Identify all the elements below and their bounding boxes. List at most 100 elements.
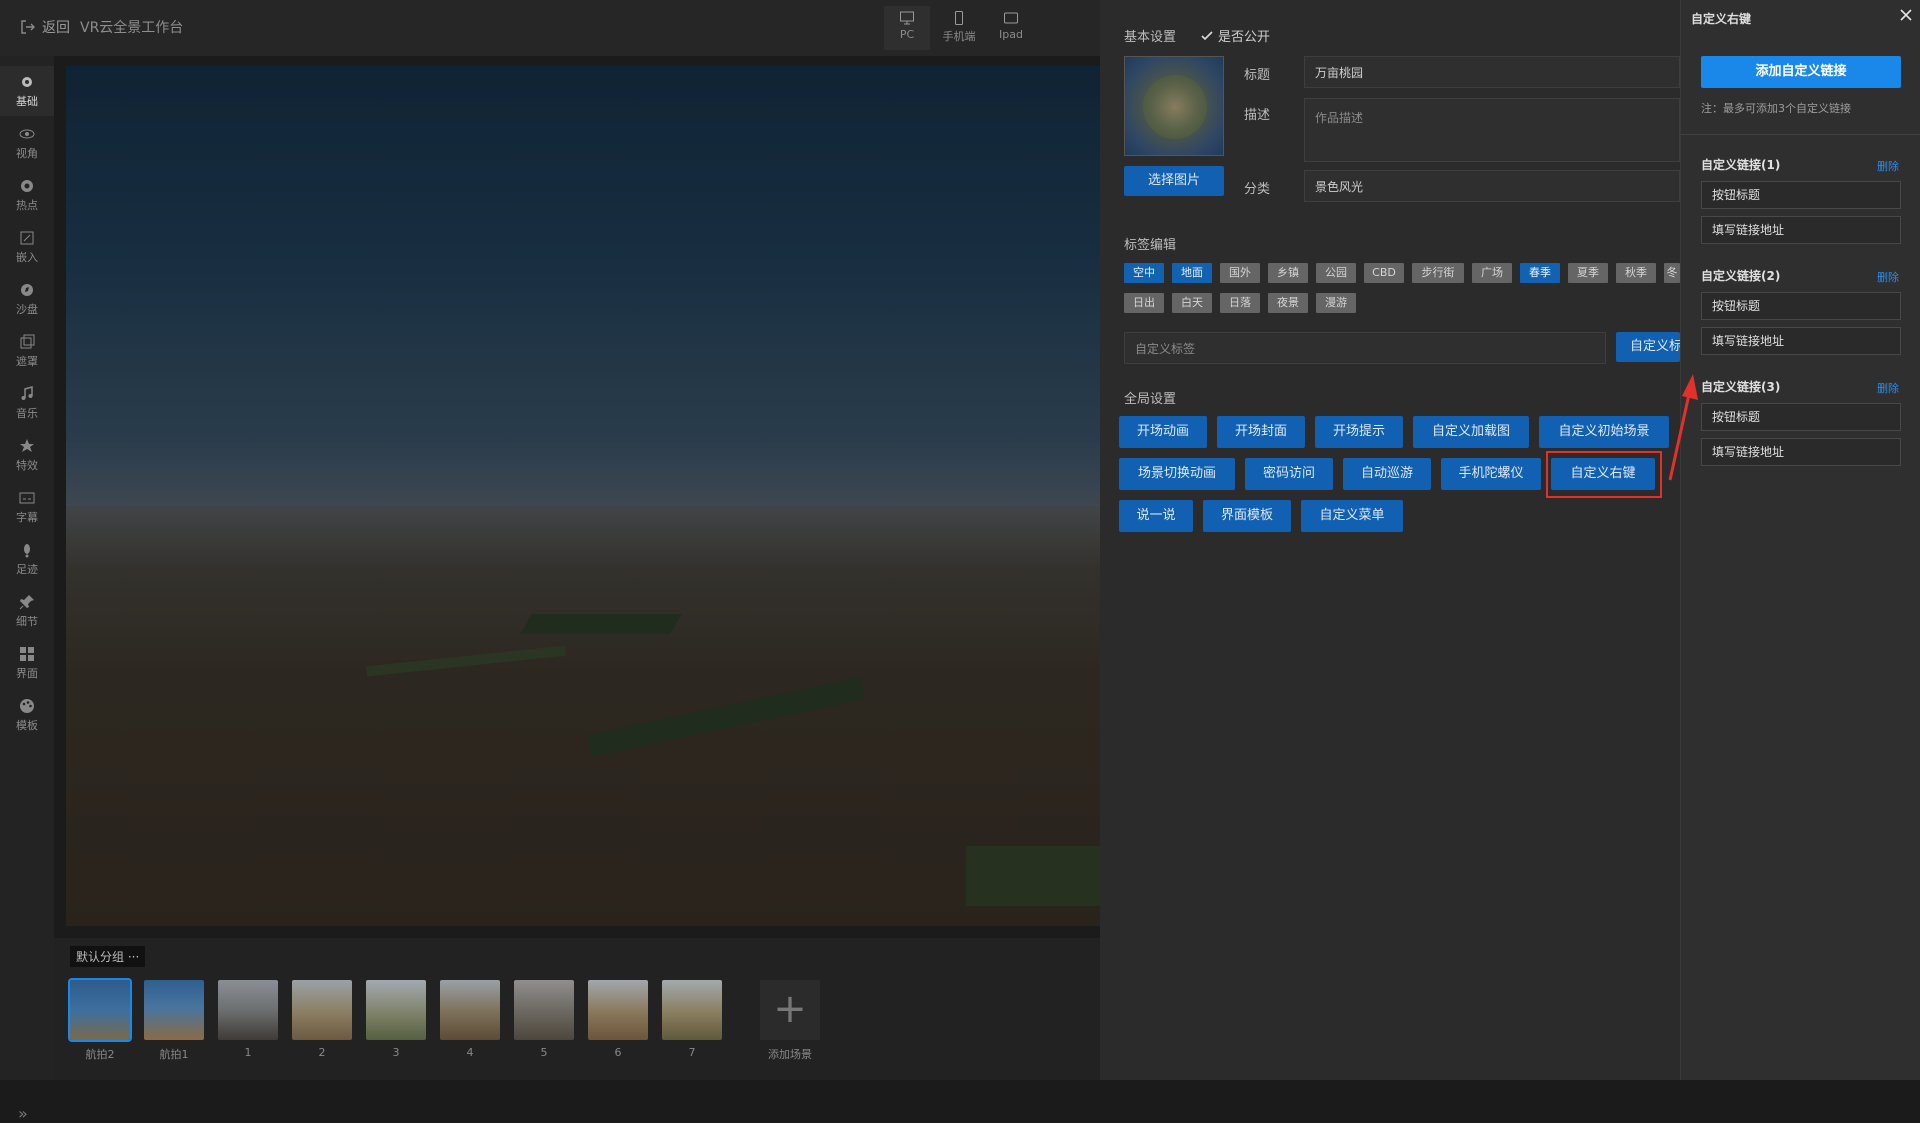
global-button[interactable]: 说一说 <box>1119 500 1193 532</box>
desc-label: 描述 <box>1244 108 1271 123</box>
scene-thumb[interactable] <box>218 980 278 1040</box>
custom-tag-button[interactable]: 自定义标 <box>1616 332 1680 362</box>
close-icon[interactable] <box>1897 6 1915 24</box>
link-url-input[interactable]: 填写链接地址 <box>1701 216 1901 244</box>
button-title-input[interactable]: 按钮标题 <box>1701 181 1901 209</box>
global-button[interactable]: 自定义加载图 <box>1413 416 1529 448</box>
public-checkbox[interactable]: 是否公开 <box>1200 26 1270 45</box>
scene-thumb[interactable] <box>366 980 426 1040</box>
tag-chip[interactable]: 白天 <box>1172 293 1212 313</box>
back-label: 返回 <box>42 20 70 36</box>
delete-link-button[interactable]: 删除 <box>1877 380 1899 396</box>
scene-thumb[interactable] <box>588 980 648 1040</box>
panorama-overlay <box>66 66 1100 926</box>
scene-thumb[interactable] <box>662 980 722 1040</box>
sidebar-item-mask[interactable]: 遮罩 <box>0 326 54 376</box>
sidebar-item-sandbox[interactable]: 沙盘 <box>0 274 54 324</box>
tag-chip[interactable]: 公园 <box>1316 263 1356 283</box>
panorama-preview[interactable] <box>66 66 1100 926</box>
tag-chip[interactable]: 日落 <box>1220 293 1260 313</box>
delete-link-button[interactable]: 删除 <box>1877 158 1899 174</box>
tag-chip[interactable]: 乡镇 <box>1268 263 1308 283</box>
choose-image-button[interactable]: 选择图片 <box>1124 166 1224 196</box>
tag-chip[interactable]: 夏季 <box>1568 263 1608 283</box>
scene-thumb[interactable] <box>514 980 574 1040</box>
global-button[interactable]: 手机陀螺仪 <box>1441 458 1541 490</box>
scene-group-label[interactable]: 默认分组 ··· <box>70 946 146 967</box>
tag-chip[interactable]: CBD <box>1364 263 1404 283</box>
tag-chip[interactable]: 漫游 <box>1316 293 1356 313</box>
panel-title: 自定义右键 <box>1691 12 1752 26</box>
embed-icon <box>20 231 34 245</box>
sidebar-item-label: 特效 <box>16 459 38 472</box>
check-icon <box>1201 30 1213 40</box>
highlight-box <box>1546 451 1662 498</box>
global-button[interactable]: 自动巡游 <box>1343 458 1431 490</box>
tag-chip[interactable]: 空中 <box>1124 263 1164 283</box>
tag-chip[interactable]: 国外 <box>1220 263 1260 283</box>
global-button[interactable]: 界面模板 <box>1203 500 1291 532</box>
footprint-icon <box>24 544 30 558</box>
sidebar-item-label: 细节 <box>16 615 38 628</box>
global-button[interactable]: 开场提示 <box>1315 416 1403 448</box>
sidebar-item-hotspot[interactable]: 热点 <box>0 170 54 220</box>
title-input[interactable]: 万亩桃园 <box>1304 56 1680 88</box>
sidebar-item-subtitle[interactable]: 字幕 <box>0 482 54 532</box>
button-title-input[interactable]: 按钮标题 <box>1701 292 1901 320</box>
device-phone-button[interactable]: 手机端 <box>936 6 982 50</box>
tag-chip[interactable]: 夜景 <box>1268 293 1308 313</box>
tag-chip[interactable]: 步行街 <box>1412 263 1464 283</box>
button-title-input[interactable]: 按钮标题 <box>1701 403 1901 431</box>
subtitle-icon <box>19 492 35 504</box>
sidebar-item-layout[interactable]: 界面 <box>0 638 54 688</box>
scene-thumb[interactable] <box>440 980 500 1040</box>
global-button[interactable]: 密码访问 <box>1245 458 1333 490</box>
scene-label: 6 <box>614 1046 622 1059</box>
tag-chip[interactable]: 秋季 <box>1616 263 1656 283</box>
sidebar-item-embed[interactable]: 嵌入 <box>0 222 54 272</box>
palette-icon <box>20 699 34 713</box>
link-heading: 自定义链接(3) <box>1701 380 1781 394</box>
sidebar-item-label: 音乐 <box>16 407 38 420</box>
delete-link-button[interactable]: 删除 <box>1877 269 1899 285</box>
scene-thumb[interactable] <box>68 978 132 1042</box>
device-tablet-button[interactable]: Ipad <box>988 6 1034 50</box>
desc-textarea[interactable]: 作品描述 <box>1304 98 1680 162</box>
tag-chip[interactable]: 地面 <box>1172 263 1212 283</box>
double-chevron-right-icon[interactable]: » <box>18 1104 28 1123</box>
global-button[interactable]: 开场动画 <box>1119 416 1207 448</box>
back-button[interactable]: 返回 <box>20 17 70 37</box>
global-button[interactable]: 自定义菜单 <box>1301 500 1403 532</box>
tag-chip[interactable]: 日出 <box>1124 293 1164 313</box>
global-button[interactable]: 自定义初始场景 <box>1539 416 1669 448</box>
compass-icon <box>21 284 33 296</box>
add-scene-button[interactable]: + <box>760 980 820 1040</box>
sidebar-item-basic[interactable]: 基础 <box>0 66 54 116</box>
link-heading: 自定义链接(1) <box>1701 158 1781 172</box>
sidebar-item-template[interactable]: 模板 <box>0 690 54 740</box>
custom-tag-input[interactable]: 自定义标签 <box>1124 332 1606 364</box>
link-url-input[interactable]: 填写链接地址 <box>1701 327 1901 355</box>
layout-icon <box>20 647 34 661</box>
sidebar-item-effects[interactable]: 特效 <box>0 430 54 480</box>
global-button[interactable]: 开场封面 <box>1217 416 1305 448</box>
tag-chip[interactable]: 春季 <box>1520 263 1560 283</box>
global-button[interactable]: 场景切换动画 <box>1119 458 1235 490</box>
sidebar-item-footprint[interactable]: 足迹 <box>0 534 54 584</box>
device-pc-button[interactable]: PC <box>884 6 930 50</box>
divider <box>1681 134 1920 135</box>
public-label: 是否公开 <box>1218 30 1271 45</box>
sidebar-item-view[interactable]: 视角 <box>0 118 54 168</box>
sidebar-item-detail[interactable]: 细节 <box>0 586 54 636</box>
scene-thumb[interactable] <box>144 980 204 1040</box>
sidebar-item-music[interactable]: 音乐 <box>0 378 54 428</box>
category-select[interactable]: 景色风光 <box>1304 170 1680 202</box>
scene-thumb[interactable] <box>292 980 352 1040</box>
hotspot-icon <box>21 180 33 192</box>
tag-chip[interactable]: 冬 <box>1664 263 1680 283</box>
tag-chip[interactable]: 广场 <box>1472 263 1512 283</box>
add-custom-link-button[interactable]: 添加自定义链接 <box>1701 56 1901 88</box>
top-bar: 返回 VR云全景工作台 PC 手机端 Ipad <box>0 0 1100 56</box>
sidebar-item-label: 热点 <box>16 199 38 212</box>
link-url-input[interactable]: 填写链接地址 <box>1701 438 1901 466</box>
